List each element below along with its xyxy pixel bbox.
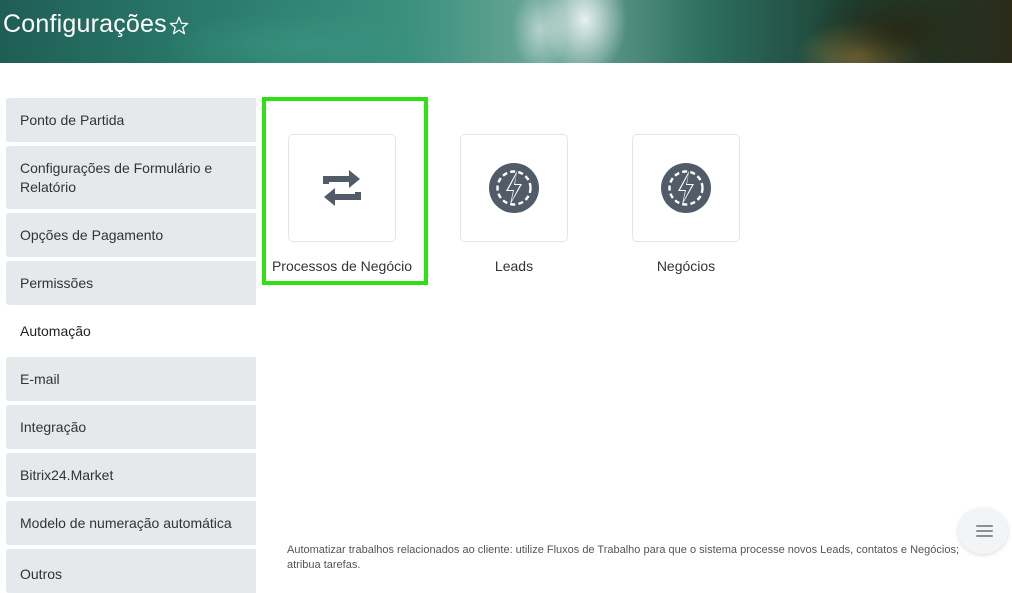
sidebar-item-configuracoes-formulario[interactable]: Configurações de Formulário e Relatório [6,146,256,209]
list-button[interactable] [958,508,1008,554]
tile-label-negocios: Negócios [656,258,716,274]
sidebar-item-label: Ponto de Partida [20,111,125,128]
sidebar-item-label: Bitrix24.Market [20,466,114,483]
sidebar-item-email[interactable]: E-mail [6,357,256,401]
gear-lightning-icon [489,163,539,213]
sidebar-item-label: Outros [20,566,63,582]
tile-negocios[interactable] [632,134,740,242]
sidebar-item-automacao[interactable]: Automação [6,309,256,353]
page-title: Configurações [3,10,167,38]
sidebar-item-modelo-numeracao[interactable]: Modelo de numeração automática [6,501,256,545]
star-icon[interactable] [168,15,190,37]
tile-label-processos: Processos de Negócio [271,258,413,274]
sidebar-item-label: Permissões [20,274,94,291]
refresh-arrows-icon [323,170,361,206]
header-banner: Configurações [0,0,1012,63]
tile-processos-de-negocio[interactable] [288,134,396,242]
sidebar-item-label: Automação [20,322,91,339]
tile-leads[interactable] [460,134,568,242]
sidebar-item-label: E-mail [20,370,60,387]
sidebar-item-outros[interactable]: Outros [6,549,256,593]
sidebar-item-label: Modelo de numeração automática [20,514,232,531]
sidebar-item-label: Configurações de Formulário e Relatório [20,159,213,195]
sidebar-item-ponto-de-partida[interactable]: Ponto de Partida [6,98,256,142]
sidebar-item-label: Integração [20,418,87,435]
sidebar-item-label: Opções de Pagamento [20,226,164,243]
sidebar-item-permissoes[interactable]: Permissões [6,261,256,305]
gear-lightning-icon [661,163,711,213]
tile-label-leads: Leads [494,258,534,274]
sidebar-item-opcoes-pagamento[interactable]: Opções de Pagamento [6,213,256,257]
sidebar-item-bitrix24-market[interactable]: Bitrix24.Market [6,453,256,497]
automation-description: Automatizar trabalhos relacionados ao cl… [287,544,959,571]
sidebar-item-integracao[interactable]: Integração [6,405,256,449]
